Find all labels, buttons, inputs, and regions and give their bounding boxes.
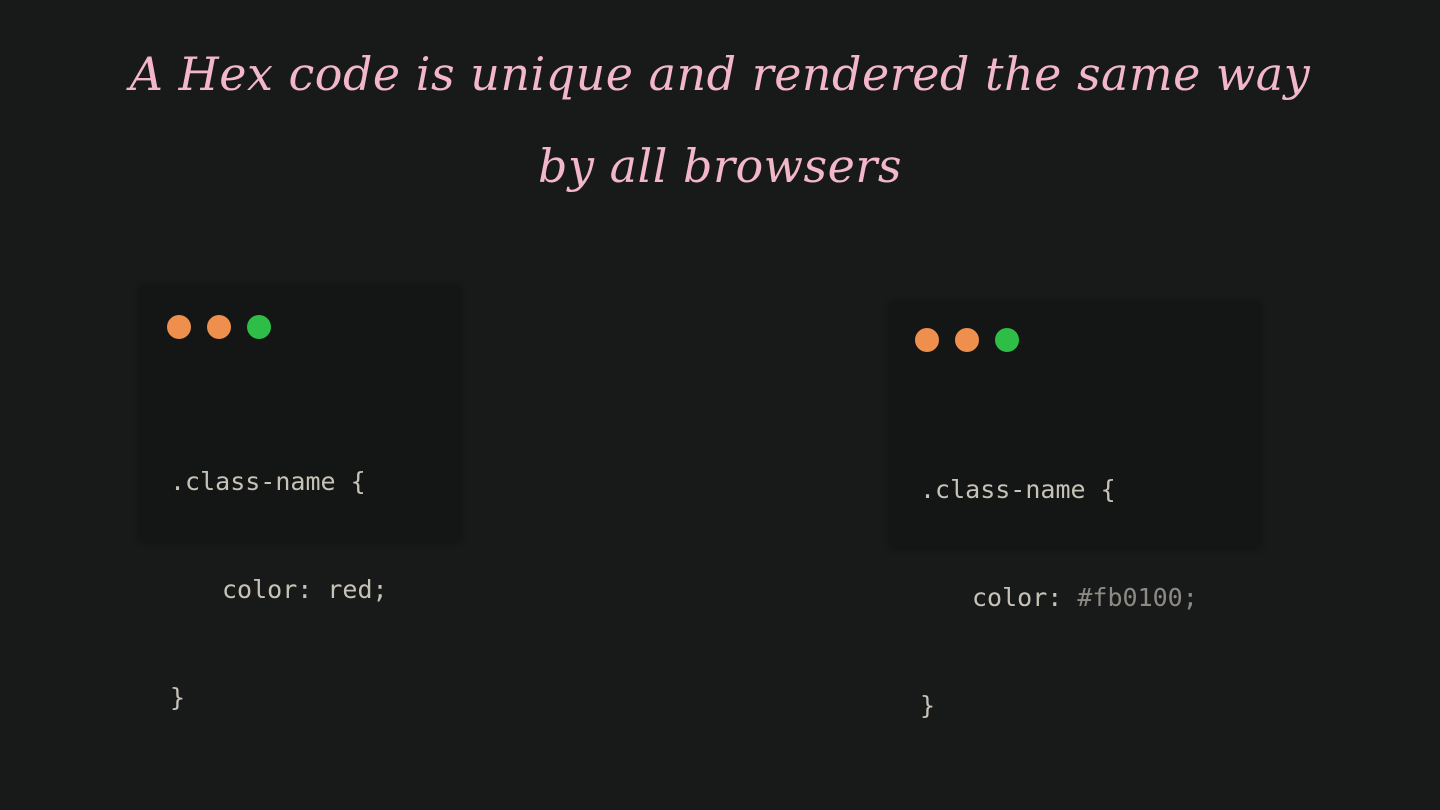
code-value: #fb0100; bbox=[1077, 583, 1198, 612]
code-window-right: .class-name { color: #fb0100; } bbox=[890, 302, 1260, 720]
window-controls bbox=[915, 328, 1019, 352]
code-selector-line: .class-name { bbox=[170, 467, 366, 496]
slide: A Hex code is unique and rendered the sa… bbox=[0, 0, 1440, 810]
orange-dot-icon bbox=[955, 328, 979, 352]
slide-headline: A Hex code is unique and rendered the sa… bbox=[129, 47, 1311, 193]
code-value: red; bbox=[327, 575, 388, 604]
code-declaration-line: color: red; bbox=[170, 572, 388, 608]
orange-dot-icon bbox=[207, 315, 231, 339]
code-block: .class-name { color: #fb0100; } bbox=[920, 400, 1198, 796]
orange-dot-icon bbox=[915, 328, 939, 352]
code-block: .class-name { color: red; } bbox=[170, 392, 388, 788]
window-controls bbox=[167, 315, 271, 339]
green-dot-icon bbox=[247, 315, 271, 339]
code-closing-brace: } bbox=[920, 691, 936, 720]
code-property: color: bbox=[222, 575, 313, 604]
code-window-left: .class-name { color: red; } bbox=[140, 286, 460, 712]
code-selector-line: .class-name { bbox=[920, 475, 1116, 504]
green-dot-icon bbox=[995, 328, 1019, 352]
code-declaration-line: color: #fb0100; bbox=[920, 580, 1198, 616]
orange-dot-icon bbox=[167, 315, 191, 339]
code-property: color: bbox=[972, 583, 1063, 612]
code-closing-brace: } bbox=[170, 683, 186, 712]
